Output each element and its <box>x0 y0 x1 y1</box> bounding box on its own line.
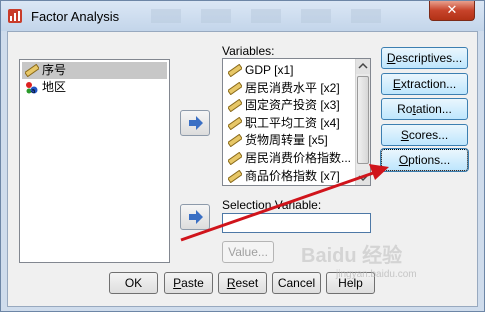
source-item-0[interactable]: 序号 <box>22 62 167 79</box>
button-label-part: aste <box>181 276 204 290</box>
variable-item-label: 商品价格指数 [x7] <box>245 168 340 183</box>
selection-variable-field[interactable] <box>222 213 371 233</box>
paste-button[interactable]: Paste <box>164 272 213 294</box>
variable-item[interactable]: 居民消费价格指数... <box>225 150 353 167</box>
button-label-part: Ro <box>397 102 413 117</box>
rotation-button[interactable]: Rotation... <box>381 98 468 121</box>
ruler-icon <box>228 169 242 183</box>
variable-item[interactable]: GDP [x1] <box>225 62 353 79</box>
button-label-part: Cancel <box>277 276 316 290</box>
right-arrow-icon <box>189 116 203 130</box>
window-title: Factor Analysis <box>31 9 120 24</box>
nominal-ball-icon: a <box>26 82 38 94</box>
variables-label: Variables: <box>222 44 275 58</box>
value-button[interactable]: Value... <box>222 241 274 263</box>
source-item-label: 地区 <box>42 80 67 94</box>
ruler-icon <box>228 152 242 165</box>
right-arrow-icon <box>189 210 203 224</box>
close-button[interactable]: ✕ <box>429 1 475 21</box>
extraction-button[interactable]: Extraction... <box>381 72 468 95</box>
button-label-part: ptions... <box>408 153 451 168</box>
variable-item-label: GDP [x1] <box>245 63 294 77</box>
button-label-part: P <box>173 276 182 290</box>
cancel-button[interactable]: Cancel <box>272 272 321 294</box>
button-label-part: ation... <box>415 102 452 117</box>
ruler-icon <box>228 99 242 113</box>
button-label-part: xtraction... <box>400 76 457 91</box>
scroll-down-button[interactable] <box>356 170 370 185</box>
descriptives-button[interactable]: Descriptives... <box>381 47 468 69</box>
app-icon <box>8 9 22 23</box>
scroll-thumb[interactable] <box>357 76 369 164</box>
ruler-icon <box>228 116 242 130</box>
variables-scrollbar[interactable] <box>355 59 370 185</box>
variable-item-label: 货物周转量 [x5] <box>245 133 328 148</box>
ruler-icon <box>228 134 242 148</box>
title-bar[interactable]: Factor Analysis ✕ <box>1 1 484 31</box>
variable-item-label: 职工平均工资 [x4] <box>245 115 340 130</box>
variable-item[interactable]: 居民消费水平 [x2] <box>225 80 353 97</box>
button-label-part: OK <box>124 276 143 290</box>
selection-variable-label: Selection Variable: <box>222 198 322 212</box>
variable-item-label: 居民消费价格指数... <box>245 151 352 165</box>
ruler-icon <box>228 81 242 95</box>
watermark-logo: Baidu 经验 <box>301 245 403 267</box>
variable-item[interactable]: 商品价格指数 [x7] <box>225 168 353 185</box>
ruler-icon <box>25 64 39 77</box>
button-label-part: O <box>398 153 409 168</box>
scroll-up-button[interactable] <box>356 59 370 74</box>
chevron-up-icon <box>358 62 368 69</box>
ok-button[interactable]: OK <box>109 272 158 294</box>
source-variable-list[interactable]: 序号 a 地区 <box>19 59 170 263</box>
move-to-variables-button[interactable] <box>180 110 210 136</box>
variables-list[interactable]: GDP [x1] 居民消费水平 [x2] 固定资产投资 [x3] 职工平均工资 [x4… <box>222 58 371 186</box>
reset-button[interactable]: Reset <box>218 272 267 294</box>
button-label-part: cores... <box>408 127 449 142</box>
scores-button[interactable]: Scores... <box>381 123 468 146</box>
variable-item-label: 居民消费水平 [x2] <box>245 80 340 95</box>
button-label-part: eset <box>235 276 259 290</box>
ruler-icon <box>228 64 242 77</box>
source-item-1[interactable]: a 地区 <box>22 79 167 96</box>
move-to-selection-button[interactable] <box>180 204 210 230</box>
chevron-down-icon <box>358 175 368 182</box>
source-item-label: 序号 <box>42 63 67 77</box>
svg-text:a: a <box>31 87 35 94</box>
button-label-part: escriptives... <box>395 51 463 65</box>
options-button[interactable]: Options... <box>380 148 469 173</box>
watermark-url: jingyan.baidu.com <box>336 269 417 280</box>
factor-analysis-dialog: Factor Analysis ✕ 序号 a 地区 Variables: GDP… <box>0 0 485 312</box>
dialog-client-area: 序号 a 地区 Variables: GDP [x1] 居民消费水平 [x2] … <box>7 31 478 307</box>
button-label-part: E <box>392 76 401 91</box>
variable-item-label: 固定资产投资 [x3] <box>245 98 340 113</box>
variable-item[interactable]: 固定资产投资 [x3] <box>225 97 353 114</box>
background-window-blur <box>151 9 401 23</box>
variable-item[interactable]: 货物周转量 [x5] <box>225 132 353 149</box>
variable-item[interactable]: 职工平均工资 [x4] <box>225 115 353 132</box>
button-label-part: S <box>400 127 409 142</box>
